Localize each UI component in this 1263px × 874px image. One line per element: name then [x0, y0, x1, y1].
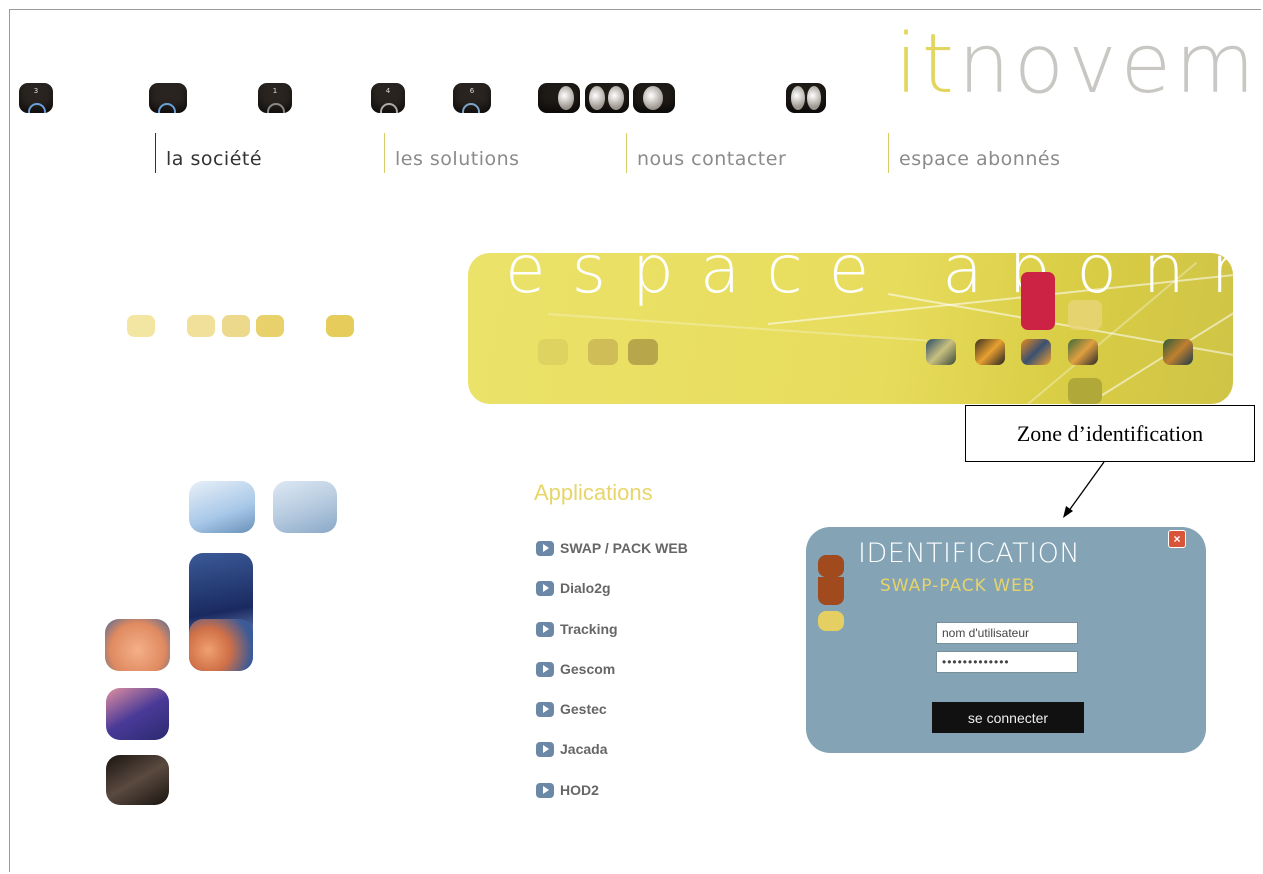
nav-tile-icon[interactable]: 6: [453, 83, 491, 113]
play-icon: [536, 580, 554, 596]
username-field[interactable]: [936, 622, 1078, 644]
app-link-jacada[interactable]: Jacada: [536, 739, 607, 759]
logo-main: novem: [957, 17, 1259, 112]
dot-icon: [222, 315, 250, 337]
play-icon: [536, 661, 554, 677]
dot-icon: [256, 315, 284, 337]
nav-les-solutions[interactable]: les solutions: [384, 133, 520, 173]
tile-number: 4: [385, 87, 391, 95]
app-link-swap-pack-web[interactable]: SWAP / PACK WEB: [536, 538, 688, 558]
app-label: Gestec: [560, 701, 607, 717]
nav-tile-icon[interactable]: 4: [371, 83, 405, 113]
finger-photo: [105, 619, 170, 671]
annotation-callout: Zone d’identification: [965, 405, 1255, 462]
play-icon: [536, 540, 554, 556]
brown-block-icon: [818, 577, 844, 605]
photo-thumb-icon[interactable]: [1068, 339, 1098, 365]
tile-number: 1: [272, 87, 278, 95]
play-icon: [536, 782, 554, 798]
block-icon: [1068, 300, 1102, 330]
faded-photo-icon: [588, 339, 618, 365]
app-label: Tracking: [560, 621, 618, 637]
nav-nous-contacter[interactable]: nous contacter: [626, 133, 786, 173]
app-label: HOD2: [560, 782, 599, 798]
moon-tile-icon[interactable]: [585, 83, 629, 113]
play-icon: [536, 621, 554, 637]
dot-icon: [326, 315, 354, 337]
login-subtitle: SWAP-PACK WEB: [880, 576, 1036, 596]
app-label: Gescom: [560, 661, 616, 677]
applications-heading: Applications: [534, 480, 653, 505]
password-field[interactable]: [936, 651, 1078, 673]
yellow-block-icon: [818, 611, 844, 631]
tile-number: 3: [33, 87, 39, 95]
moon-tile-icon[interactable]: [633, 83, 675, 113]
logo-dot: .: [1259, 17, 1263, 112]
connect-button[interactable]: se connecter: [932, 702, 1084, 733]
close-icon[interactable]: ×: [1168, 530, 1186, 548]
app-label: Dialo2g: [560, 580, 611, 596]
nav-tile-icon[interactable]: [149, 83, 187, 113]
photo-thumb-icon[interactable]: [1163, 339, 1193, 365]
play-icon: [536, 701, 554, 717]
logo-prefix: it: [895, 17, 958, 112]
nav-la-societe[interactable]: la société: [155, 133, 262, 173]
login-title: IDENTIFICATION: [858, 538, 1081, 569]
finger-photo: [189, 619, 253, 671]
annotation-arrow-icon: [1063, 461, 1105, 518]
faded-photo-icon: [538, 339, 568, 365]
brown-block-icon: [818, 555, 844, 577]
nav-tile-icon[interactable]: 3: [19, 83, 53, 113]
app-link-dialo2g[interactable]: Dialo2g: [536, 578, 611, 598]
dot-icon: [127, 315, 155, 337]
photo-thumb-icon[interactable]: [926, 339, 956, 365]
app-link-gestec[interactable]: Gestec: [536, 699, 607, 719]
banner-title: espace abonnes: [505, 231, 1263, 308]
block-icon: [1068, 378, 1102, 404]
moon-tile-icon[interactable]: [786, 83, 826, 113]
nav-espace-abonnes[interactable]: espace abonnés: [888, 133, 1060, 173]
app-label: Jacada: [560, 741, 608, 757]
keyboard-photo: [189, 481, 255, 533]
nav-tile-icon[interactable]: 1: [258, 83, 292, 113]
play-icon: [536, 741, 554, 757]
keyboard-photo: [106, 755, 169, 805]
itnovem-logo[interactable]: itnovem.: [895, 15, 1263, 115]
login-panel: IDENTIFICATION SWAP-PACK WEB × se connec…: [806, 527, 1206, 753]
moon-tile-icon[interactable]: [538, 83, 580, 113]
dot-icon: [187, 315, 215, 337]
app-link-gescom[interactable]: Gescom: [536, 659, 615, 679]
app-label: SWAP / PACK WEB: [560, 540, 688, 556]
keypad-photo: [106, 688, 169, 740]
red-bar-icon: [1021, 272, 1055, 330]
photo-thumb-icon[interactable]: [1021, 339, 1051, 365]
photo-thumb-icon[interactable]: [975, 339, 1005, 365]
faded-photo-icon: [628, 339, 658, 365]
keyboard-photo: [273, 481, 337, 533]
app-link-tracking[interactable]: Tracking: [536, 619, 618, 639]
tile-number: 6: [469, 87, 475, 95]
app-link-hod2[interactable]: HOD2: [536, 780, 599, 800]
